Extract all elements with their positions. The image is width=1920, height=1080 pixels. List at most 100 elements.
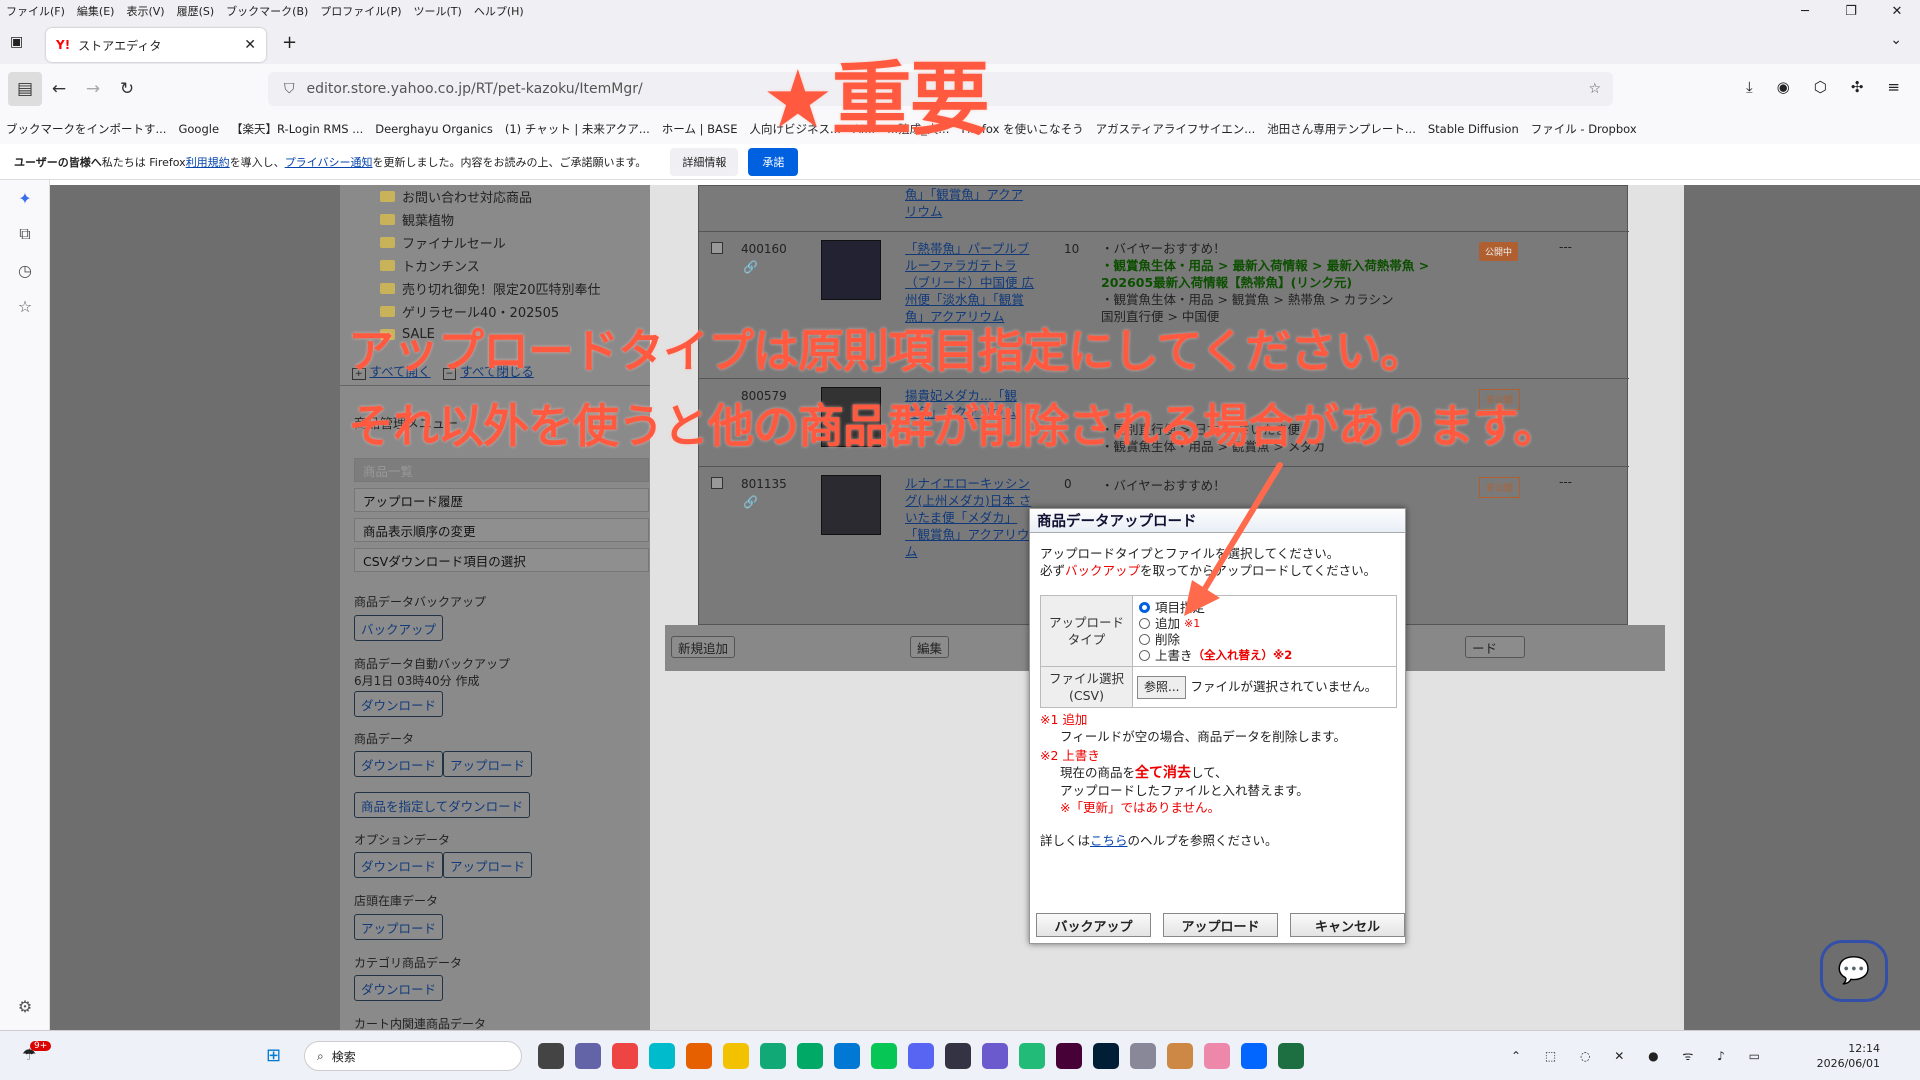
accept-button[interactable]: 承諾 xyxy=(748,147,799,176)
product-thumbnail[interactable] xyxy=(821,240,881,300)
tree-item[interactable]: 観葉植物 xyxy=(380,208,601,231)
bookmark-item[interactable]: Stable Diffusion xyxy=(1422,122,1525,136)
menu-item[interactable]: ツール(T) xyxy=(408,3,468,19)
taskbar-app-icon[interactable] xyxy=(1204,1043,1230,1069)
taskbar-app-icon[interactable] xyxy=(871,1043,897,1069)
bookmark-item[interactable]: ファイル - Dropbox xyxy=(1525,121,1643,137)
terms-link[interactable]: 利用規約 xyxy=(186,154,230,170)
taskbar-app-icon[interactable] xyxy=(723,1043,749,1069)
taskbar-app-icon[interactable] xyxy=(760,1043,786,1069)
dialog-upload-button[interactable]: アップロード xyxy=(1163,913,1278,937)
menu-item-upload-history[interactable]: アップロード履歴 xyxy=(354,488,649,512)
taskbar-app-icon[interactable] xyxy=(945,1043,971,1069)
help-link[interactable]: こちら xyxy=(1090,833,1128,848)
product-thumbnail[interactable] xyxy=(821,475,881,535)
taskbar-app-icon[interactable] xyxy=(1093,1043,1119,1069)
taskbar-app-icon[interactable] xyxy=(1056,1043,1082,1069)
tree-item[interactable]: トカンチンス xyxy=(380,254,601,277)
upload-tail-button[interactable]: ード xyxy=(1465,636,1525,658)
bookmark-item[interactable]: アガスティアライフサイエン... xyxy=(1090,121,1262,137)
taskbar-app-icon[interactable] xyxy=(1019,1043,1045,1069)
bookmark-item[interactable]: ブックマークをインポートす... xyxy=(0,121,172,137)
close-window-icon[interactable]: ✕ xyxy=(1874,0,1920,22)
radio-delete[interactable]: 削除 xyxy=(1139,631,1392,647)
ai-sparkle-icon[interactable]: ✦ xyxy=(0,180,50,216)
menu-item[interactable]: ヘルプ(H) xyxy=(468,3,530,19)
menu-item[interactable]: ファイル(F) xyxy=(0,3,71,19)
edit-button[interactable]: 編集 xyxy=(910,636,950,658)
tree-item[interactable]: お問い合わせ対応商品 xyxy=(380,185,601,208)
row-checkbox[interactable] xyxy=(711,242,723,254)
taskbar-app-icon[interactable] xyxy=(538,1043,564,1069)
dialog-backup-button[interactable]: バックアップ xyxy=(1036,913,1151,937)
product-name-link[interactable]: 「熱帯魚」パープルブルーファラガテトラ（ブリード）中国便 広州便「淡水魚」「観賞… xyxy=(905,240,1037,325)
bookmark-item[interactable]: 池田さん専用テンプレート... xyxy=(1261,121,1422,137)
star-icon[interactable]: ☆ xyxy=(1588,81,1601,97)
back-icon[interactable]: ← xyxy=(42,72,76,106)
taskbar-app-icon[interactable] xyxy=(797,1043,823,1069)
bookmark-item[interactable]: (1) チャット | 未来アクア... xyxy=(499,121,656,137)
specify-download-button[interactable]: 商品を指定してダウンロード xyxy=(354,792,531,818)
puzzle-icon[interactable]: ✣ xyxy=(1851,78,1864,96)
taskbar-app-icon[interactable] xyxy=(649,1043,675,1069)
forward-icon[interactable]: → xyxy=(76,72,110,106)
menu-item[interactable]: プロファイル(P) xyxy=(314,3,407,19)
bookmark-item[interactable]: ホーム | BASE xyxy=(656,121,744,137)
tree-item[interactable]: ファイナルセール xyxy=(380,231,601,254)
menu-item-order[interactable]: 商品表示順序の変更 xyxy=(354,518,649,542)
backup-button[interactable]: バックアップ xyxy=(354,615,444,641)
taskbar-app-icon[interactable] xyxy=(575,1043,601,1069)
menu-item[interactable]: 表示(V) xyxy=(120,3,170,19)
maximize-icon[interactable]: ❐ xyxy=(1828,0,1874,22)
option-download-button[interactable]: ダウンロード xyxy=(354,852,444,878)
account-icon[interactable]: ◉ xyxy=(1777,78,1790,96)
radio-overwrite[interactable]: 上書き （全入れ替え）※2 xyxy=(1139,647,1392,663)
taskbar-search[interactable]: ⌕ 検索 xyxy=(304,1041,522,1071)
menu-item[interactable]: ブックマーク(B) xyxy=(220,3,314,19)
option-upload-button[interactable]: アップロード xyxy=(443,852,533,878)
bookmarks-star-icon[interactable]: ☆ xyxy=(0,288,50,324)
windows-start-icon[interactable]: ⊞ xyxy=(266,1045,281,1066)
browse-button[interactable]: 参照... xyxy=(1137,675,1187,699)
chat-support-icon[interactable]: 💬 xyxy=(1820,940,1888,1002)
new-tab-icon[interactable]: + xyxy=(282,32,297,53)
history-icon[interactable]: ◷ xyxy=(0,252,50,288)
details-button[interactable]: 詳細情報 xyxy=(670,147,739,176)
taskbar-app-icon[interactable] xyxy=(1130,1043,1156,1069)
close-tab-icon[interactable]: ✕ xyxy=(244,37,256,53)
bookmark-item[interactable]: Deerghayu Organics xyxy=(369,122,499,136)
taskbar-app-icon[interactable] xyxy=(982,1043,1008,1069)
menu-item-csv-columns[interactable]: CSVダウンロード項目の選択 xyxy=(354,548,649,572)
tab-list-icon[interactable]: ▣ xyxy=(10,34,23,50)
taskbar-app-icon[interactable] xyxy=(1278,1043,1304,1069)
category-download-button[interactable]: ダウンロード xyxy=(354,975,444,1001)
download-icon[interactable]: ⤓ xyxy=(1746,78,1753,96)
product-upload-button[interactable]: アップロード xyxy=(443,751,533,777)
tree-item[interactable]: 売り切れ御免！限定20匹特別奉仕 xyxy=(380,277,601,300)
menu-icon[interactable]: ≡ xyxy=(1887,78,1900,96)
store-stock-upload-button[interactable]: アップロード xyxy=(354,914,444,940)
synced-tabs-icon[interactable]: ⧉ xyxy=(0,216,50,252)
menu-item[interactable]: 履歴(S) xyxy=(171,3,221,19)
chevron-down-icon[interactable]: ⌄ xyxy=(1890,32,1902,48)
taskbar-app-icon[interactable] xyxy=(1167,1043,1193,1069)
product-download-button[interactable]: ダウンロード xyxy=(354,751,444,777)
tab-store-editor[interactable]: Y! ストアエディタ ✕ xyxy=(46,28,266,62)
taskbar-app-icon[interactable] xyxy=(1241,1043,1267,1069)
new-item-button[interactable]: 新規追加 xyxy=(671,636,736,658)
sidebar-toggle-icon[interactable]: ▤ xyxy=(8,72,42,106)
dialog-cancel-button[interactable]: キャンセル xyxy=(1290,913,1405,937)
clock[interactable]: 12:14 2026/06/01 xyxy=(1817,1041,1880,1071)
menu-item[interactable]: 編集(E) xyxy=(71,3,121,19)
bookmark-item[interactable]: Google xyxy=(172,122,225,136)
taskbar-app-icon[interactable] xyxy=(686,1043,712,1069)
auto-backup-download-button[interactable]: ダウンロード xyxy=(354,691,444,717)
minimize-icon[interactable]: ─ xyxy=(1782,0,1828,22)
product-name-link[interactable]: ルナイエローキッシング(上州メダカ)日本 さいたま便「メダカ」「観賞魚」アクアリ… xyxy=(905,475,1035,560)
reload-icon[interactable]: ↻ xyxy=(110,72,144,106)
taskbar-app-icon[interactable] xyxy=(612,1043,638,1069)
taskbar-app-icon[interactable] xyxy=(908,1043,934,1069)
product-name-link[interactable]: 魚」「観賞魚」アクアリウム xyxy=(905,186,1025,220)
bookmark-item[interactable]: 【楽天】R-Login RMS ... xyxy=(225,121,369,137)
taskbar-app-icon[interactable] xyxy=(834,1043,860,1069)
